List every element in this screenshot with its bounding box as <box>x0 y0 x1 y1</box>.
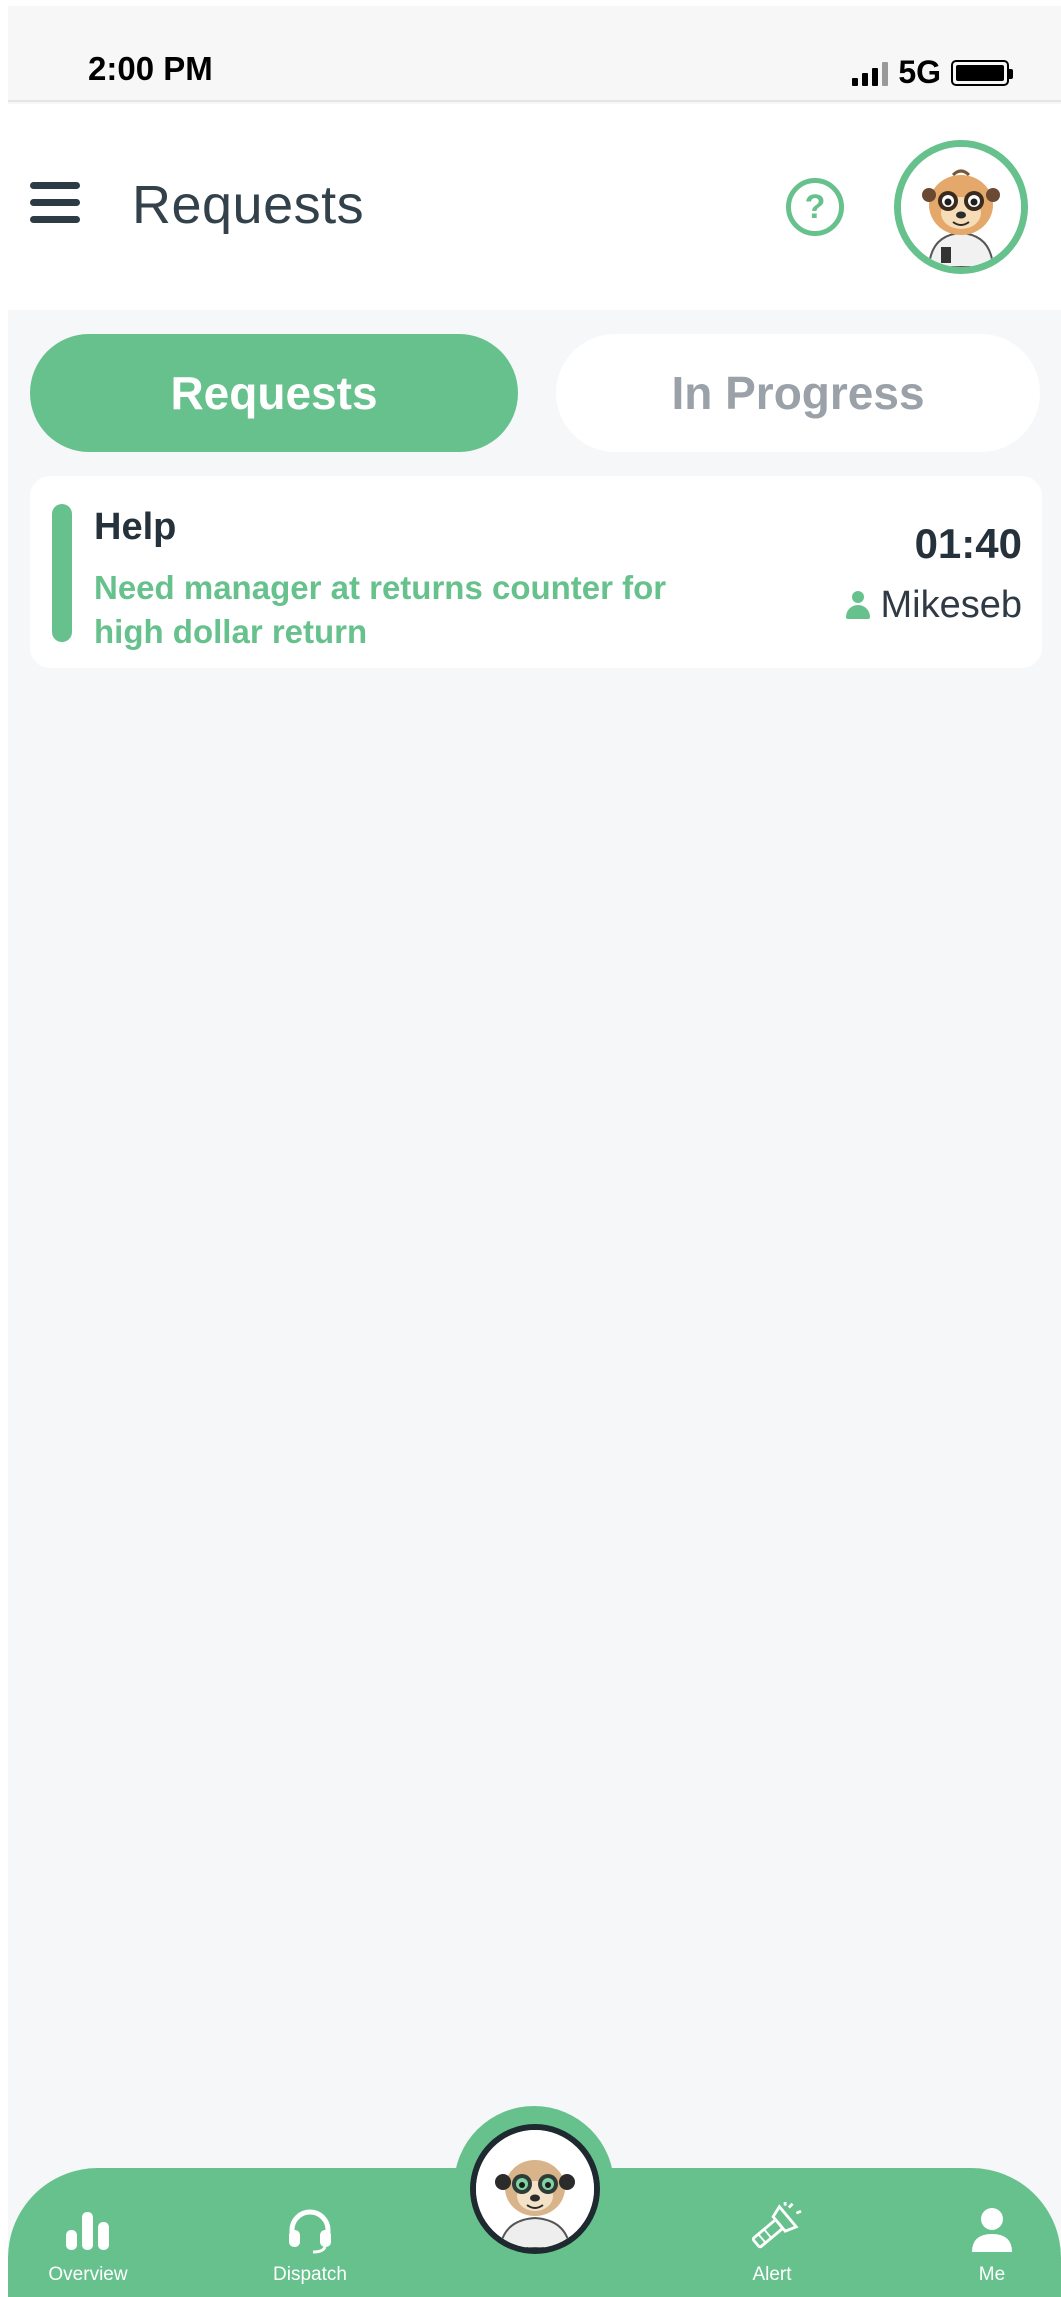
request-card[interactable]: Help Need manager at returns counter for… <box>30 476 1042 668</box>
person-icon <box>962 2202 1022 2258</box>
nav-alert-label: Alert <box>752 2264 792 2285</box>
request-description: Need manager at returns counter for high… <box>94 569 667 650</box>
network-label: 5G <box>898 54 941 90</box>
tab-requests[interactable]: Requests <box>30 334 518 452</box>
nav-overview[interactable]: Overview <box>13 2202 163 2297</box>
battery-icon <box>951 59 1013 86</box>
status-indicators: 5G <box>852 54 1013 91</box>
priority-bar <box>52 504 72 642</box>
signal-icon <box>852 60 889 86</box>
headset-icon <box>280 2202 340 2258</box>
request-elapsed-time: 01:40 <box>914 520 1022 567</box>
status-time: 2:00 PM <box>88 50 213 87</box>
nav-dispatch[interactable]: Dispatch <box>235 2202 385 2297</box>
nav-me-label: Me <box>978 2264 1006 2285</box>
page-title: Requests <box>132 175 365 235</box>
profile-avatar[interactable] <box>894 140 1028 274</box>
bar-chart-icon <box>58 2202 118 2258</box>
status-bar: 2:00 PM 5G <box>8 6 1061 102</box>
flashlight-icon <box>742 2202 802 2258</box>
nav-dispatch-label: Dispatch <box>273 2264 347 2285</box>
app-header: Requests ? <box>8 104 1061 310</box>
meerkat-avatar-icon <box>476 2130 594 2248</box>
nav-me[interactable]: Me <box>917 2202 1061 2297</box>
phone-screen: 2:00 PM 5G Requests ? Requests In Progre… <box>8 6 1061 2297</box>
help-icon[interactable]: ? <box>786 178 844 236</box>
center-home-button[interactable] <box>470 2124 600 2254</box>
nav-overview-label: Overview <box>48 2264 128 2285</box>
request-user-name: Mikeseb <box>880 584 1023 626</box>
nav-alert[interactable]: Alert <box>697 2202 847 2297</box>
user-icon <box>845 590 871 621</box>
request-title: Help <box>94 506 177 548</box>
hamburger-menu-icon[interactable] <box>30 182 80 226</box>
request-user: Mikeseb <box>845 584 1023 627</box>
tab-in-progress[interactable]: In Progress <box>556 334 1040 452</box>
meerkat-avatar-icon <box>901 147 1021 267</box>
